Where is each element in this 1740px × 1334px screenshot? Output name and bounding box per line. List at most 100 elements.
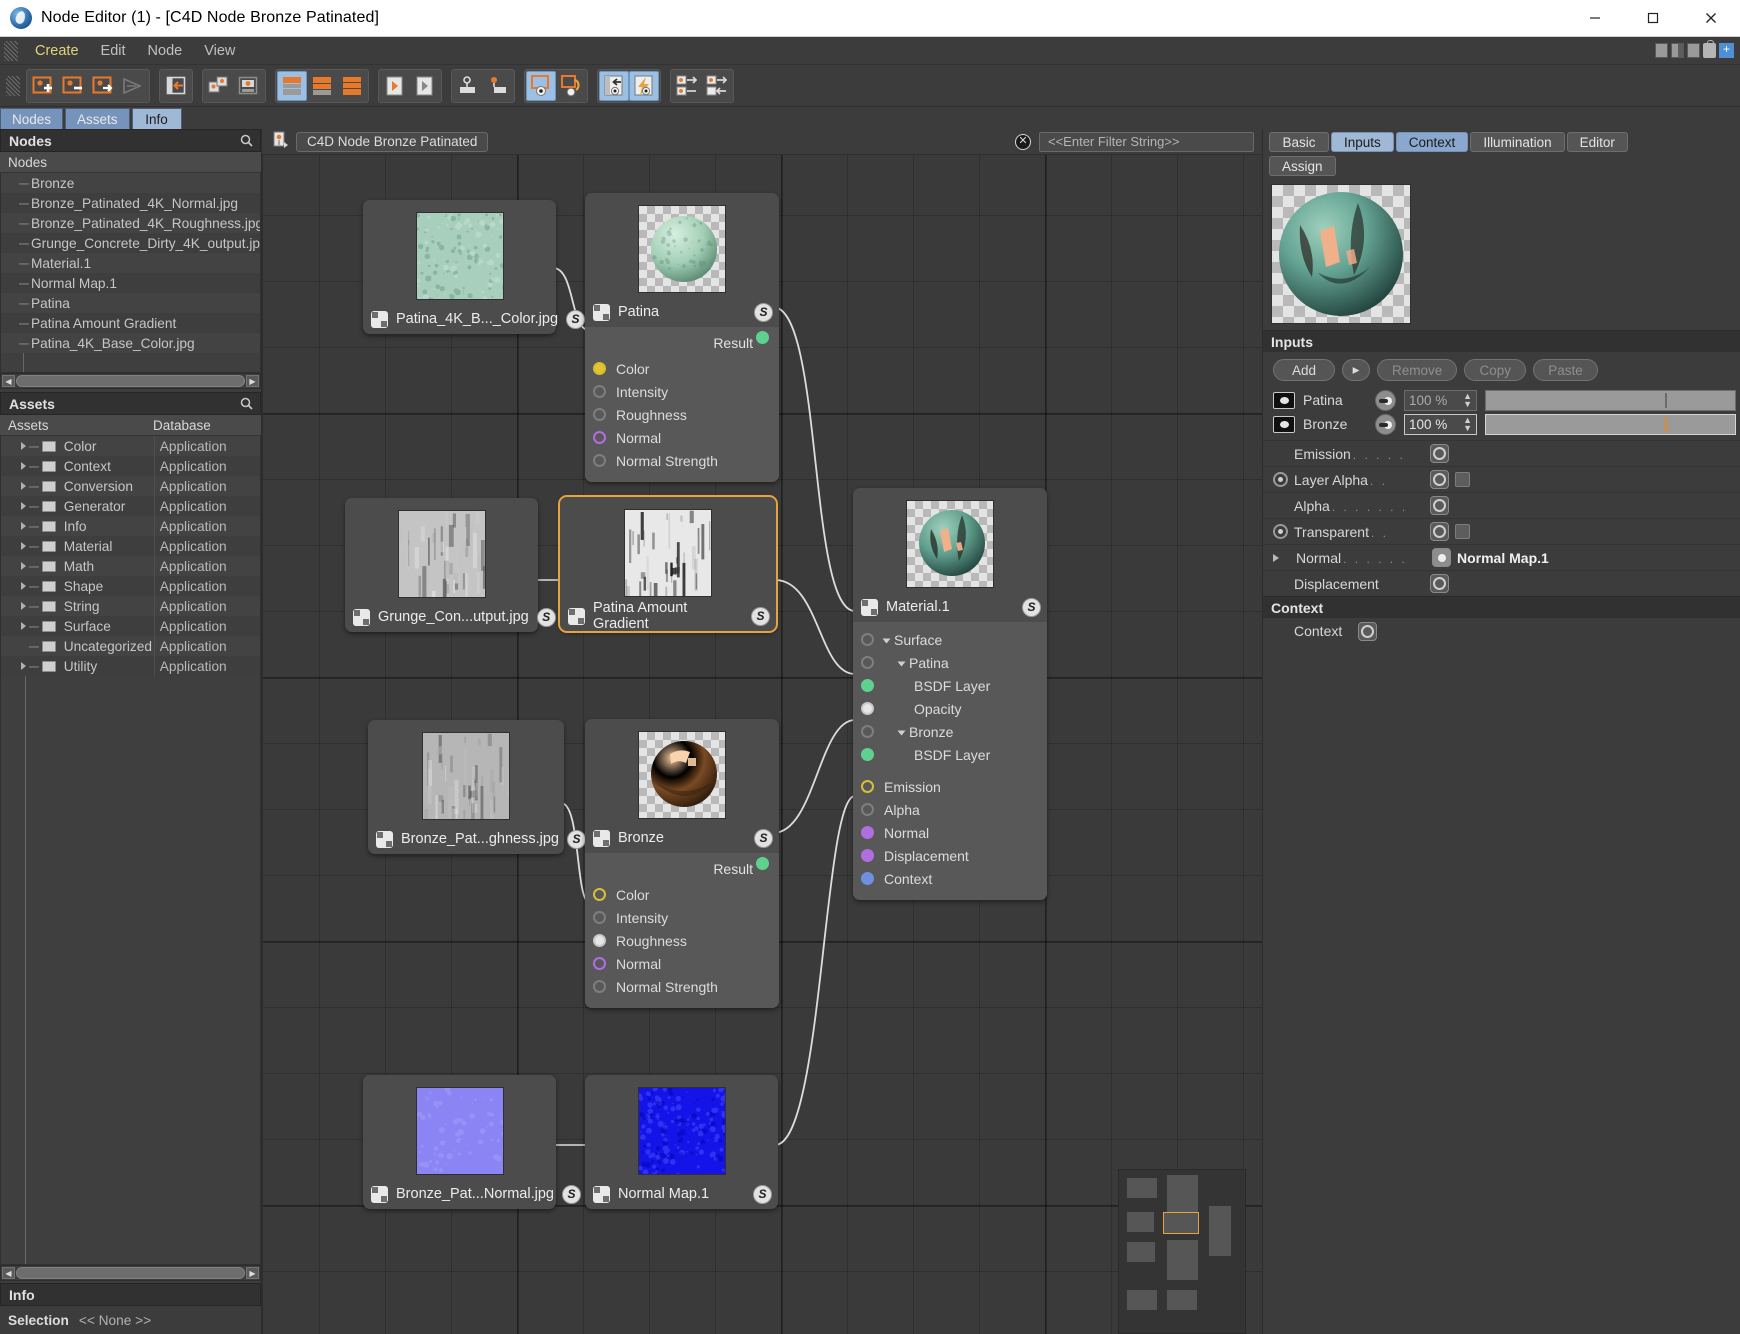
display-small-icon[interactable] [277,70,307,101]
assets-tree-item[interactable]: ─ Conversion Application [1,476,260,496]
lock-icon[interactable] [1703,40,1716,58]
node-port-row[interactable]: Patina [853,651,1047,674]
push-right-icon[interactable] [672,70,702,101]
layout-split-icon[interactable] [1671,43,1684,58]
node-title-bar[interactable]: Grunge_Con...utput.jpg S [345,602,556,632]
input-value-field[interactable]: 100 % ▲ ▼ [1404,389,1477,411]
node-port-row[interactable]: BSDF Layer [853,743,1047,766]
node-port-row[interactable]: Emission [853,775,1047,798]
assets-tree-item[interactable]: ─ Context Application [1,456,260,476]
port-socket[interactable] [861,679,874,692]
assets-search-icon[interactable] [240,397,253,413]
node-s-badge[interactable]: S [536,607,556,627]
step-forward-alt-icon[interactable] [410,70,440,101]
port-socket[interactable] [593,911,606,924]
add-button[interactable]: Add [1273,359,1335,381]
port-socket[interactable] [593,362,606,375]
node-title-bar[interactable]: Bronze_Pat...ghness.jpg S [368,824,586,854]
nodes-tree[interactable]: ─ Bronze ─ Bronze_Patinated_4K_Normal.jpg ─ B… [0,173,261,373]
context-socket-button[interactable] [1358,621,1377,641]
property-socket-button[interactable] [1430,496,1449,515]
spinner-icon[interactable]: ▲ ▼ [1463,416,1472,433]
port-socket[interactable] [861,803,874,816]
connect-node-icon[interactable] [88,70,118,101]
node-port-row[interactable]: Alpha [853,798,1047,821]
frame-all-icon[interactable] [556,70,586,101]
node-s-badge[interactable]: S [561,1184,581,1204]
input-layer-row[interactable]: Patina 100 % ▲ ▼ [1263,388,1740,412]
input-slider[interactable] [1485,389,1736,411]
node-port-row[interactable]: Opacity [853,697,1047,720]
scroll-thumb[interactable] [16,375,245,387]
spinner-icon[interactable]: ▲ ▼ [1463,392,1472,409]
menu-gripper-icon[interactable] [4,40,18,61]
tab-basic[interactable]: Basic [1269,132,1329,152]
assets-scroll-thumb[interactable] [16,1267,245,1279]
group-nodes-icon[interactable] [204,70,234,101]
filter-input[interactable]: <<Enter Filter String>> [1039,131,1254,152]
port-socket[interactable] [861,826,874,839]
port-socket[interactable] [861,780,874,793]
node-output-socket[interactable] [756,857,769,870]
port-socket[interactable] [861,748,874,761]
node-port-row[interactable]: BSDF Layer [853,674,1047,697]
property-row[interactable]: Normal. . . . . . Normal Map.1 [1263,544,1740,570]
expand-arrow-icon[interactable] [21,582,26,590]
frame-selection-icon[interactable] [526,70,556,101]
property-row[interactable]: Displacement [1263,570,1740,596]
chevron-down-icon[interactable] [897,730,906,736]
clear-filter-icon[interactable]: ✕ [1015,133,1031,150]
nodes-tree-item[interactable]: ─ Bronze_Patinated_4K_Normal.jpg [1,193,260,213]
graph-node[interactable]: Patina_4K_B..._Color.jpg S [363,200,586,334]
graph-node[interactable]: Material.1 S Surface Patina BSDF Layer Opacit… [853,488,1047,900]
minimize-button[interactable] [1566,0,1624,37]
remove-node-icon[interactable] [58,70,88,101]
node-s-badge[interactable]: S [567,829,586,849]
expand-arrow-icon[interactable] [21,662,26,670]
nav-highlight-icon[interactable] [629,70,659,101]
port-socket[interactable] [861,725,874,738]
nodes-tree-item[interactable]: ─ Normal Map.1 [1,273,260,293]
tab-context[interactable]: Context [1395,132,1469,152]
property-row[interactable]: Transparent. . [1263,518,1740,544]
port-in-icon[interactable] [453,70,483,101]
graph-node[interactable]: Bronze_Pat...Normal.jpg S [363,1075,581,1209]
assets-tree-item[interactable]: ─ Math Application [1,556,260,576]
input-slider[interactable] [1485,413,1736,435]
context-row[interactable]: Context [1263,618,1740,644]
port-socket[interactable] [593,431,606,444]
port-socket[interactable] [593,408,606,421]
node-s-badge[interactable]: S [754,302,773,322]
port-socket[interactable] [593,934,606,947]
tab-assign[interactable]: Assign [1269,156,1336,176]
remove-button[interactable]: Remove [1377,359,1458,381]
node-port-row[interactable]: Displacement [853,844,1047,867]
node-s-badge[interactable]: S [754,828,773,848]
property-socket-button[interactable] [1430,522,1449,541]
graph-node[interactable]: Bronze S Result Color Intensity Roughness Norm… [585,719,779,1008]
node-port-row[interactable]: Normal Strength [585,975,779,998]
port-socket[interactable] [861,656,874,669]
graph-node[interactable]: Grunge_Con...utput.jpg S [345,498,556,632]
nodes-tree-item[interactable]: ─ Patina_4K_Base_Color.jpg [1,333,260,353]
port-socket[interactable] [593,980,606,993]
chevron-down-icon[interactable] [897,661,906,667]
node-port-row[interactable]: Bronze [853,720,1047,743]
menu-item-create[interactable]: Create [24,41,90,61]
assets-tree-item[interactable]: ─ Material Application [1,536,260,556]
node-port-row[interactable]: Color [585,883,779,906]
node-title-bar[interactable]: Patina Amount Gradient S [560,600,776,632]
assets-tree-item[interactable]: ─ Surface Application [1,616,260,636]
node-s-badge[interactable]: S [1022,597,1041,617]
node-s-badge[interactable]: S [751,606,770,626]
property-radio[interactable] [1273,472,1288,487]
triangle-node-icon[interactable] [118,70,148,101]
expand-arrow-icon[interactable] [21,602,26,610]
tab-nodes[interactable]: Nodes [0,108,64,129]
scroll-left-icon[interactable]: ◀ [2,375,15,387]
port-socket[interactable] [861,872,874,885]
node-port-row[interactable]: Intensity [585,380,779,403]
display-medium-icon[interactable] [307,70,337,101]
property-socket-button[interactable] [1430,444,1449,463]
menu-item-edit[interactable]: Edit [90,41,137,61]
